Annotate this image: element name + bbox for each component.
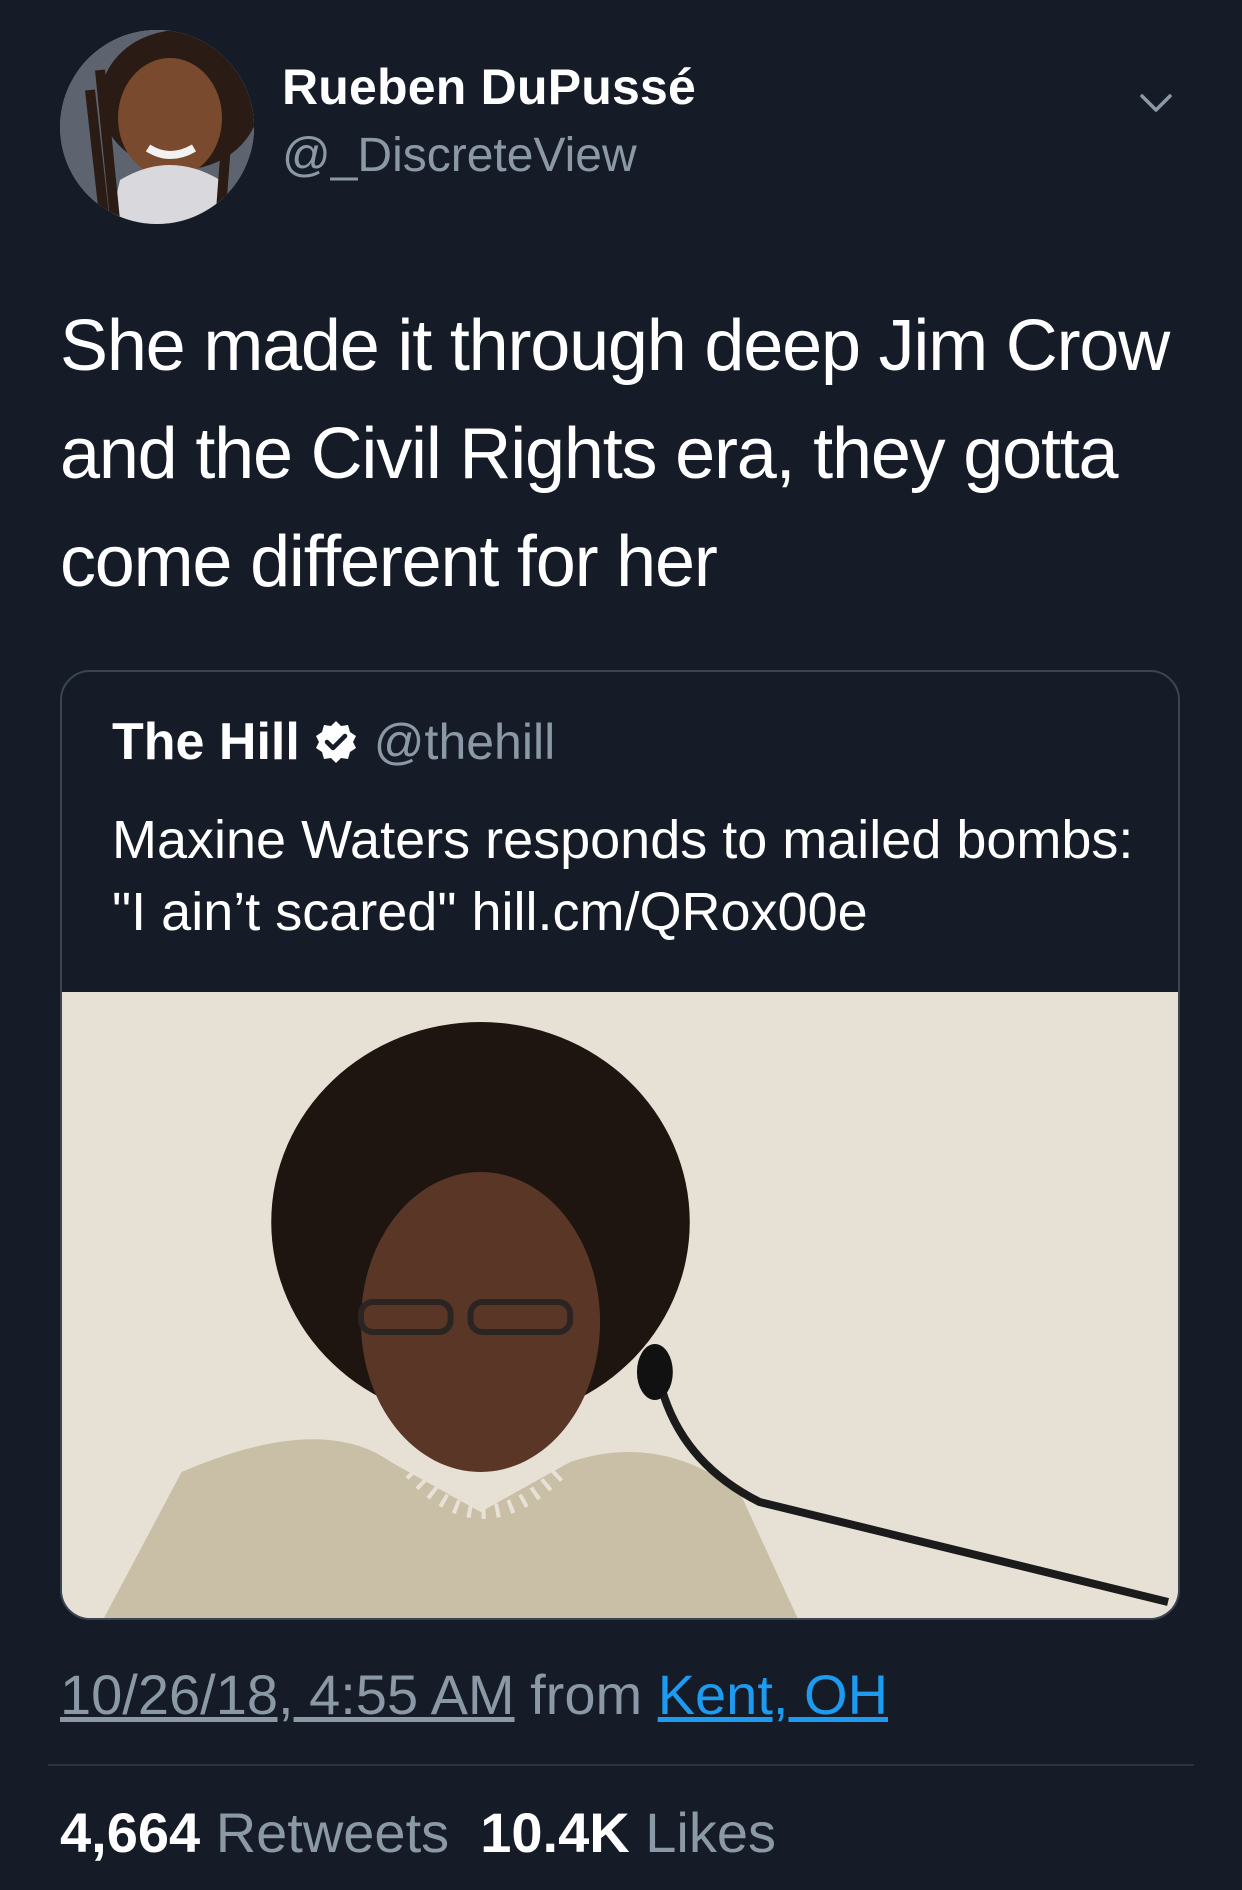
quoted-author-name: The Hill — [112, 713, 300, 771]
quoted-author-handle: @thehill — [373, 714, 556, 770]
from-label: from — [530, 1663, 643, 1726]
avatar-image — [60, 30, 254, 224]
author-handle[interactable]: @_DiscreteView — [282, 128, 637, 183]
quoted-tweet-text: Maxine Waters responds to mailed bombs: … — [112, 810, 1134, 942]
chevron-down-icon[interactable] — [1136, 82, 1176, 122]
divider — [48, 1764, 1194, 1766]
tweet-meta: 10/26/18, 4:55 AM from Kent, OH — [60, 1662, 888, 1727]
author-name[interactable]: Rueben DuPussé — [282, 58, 696, 116]
quoted-tweet-header: The Hill @thehill — [112, 712, 555, 772]
quoted-tweet[interactable]: The Hill @thehill Maxine Waters responds… — [60, 670, 1180, 1620]
photo-illustration — [62, 992, 1178, 1618]
tweet-text: She made it through deep Jim Crow and th… — [60, 306, 1170, 602]
retweets-stat[interactable]: 4,664 Retweets — [60, 1801, 449, 1864]
retweets-count: 4,664 — [60, 1801, 201, 1864]
tweet-location-link[interactable]: Kent, OH — [658, 1663, 888, 1726]
quoted-tweet-image[interactable] — [62, 992, 1178, 1618]
tweet-header: Rueben DuPussé @_DiscreteView — [60, 30, 1190, 230]
retweets-label: Retweets — [215, 1801, 450, 1864]
tweet-stats: 4,664 Retweets 10.4K Likes — [60, 1800, 776, 1865]
likes-stat[interactable]: 10.4K Likes — [480, 1801, 776, 1864]
likes-label: Likes — [645, 1801, 776, 1864]
tweet-timestamp[interactable]: 10/26/18, 4:55 AM — [60, 1663, 515, 1726]
verified-badge-icon — [315, 721, 356, 763]
author-avatar[interactable] — [60, 30, 254, 224]
likes-count: 10.4K — [480, 1801, 630, 1864]
